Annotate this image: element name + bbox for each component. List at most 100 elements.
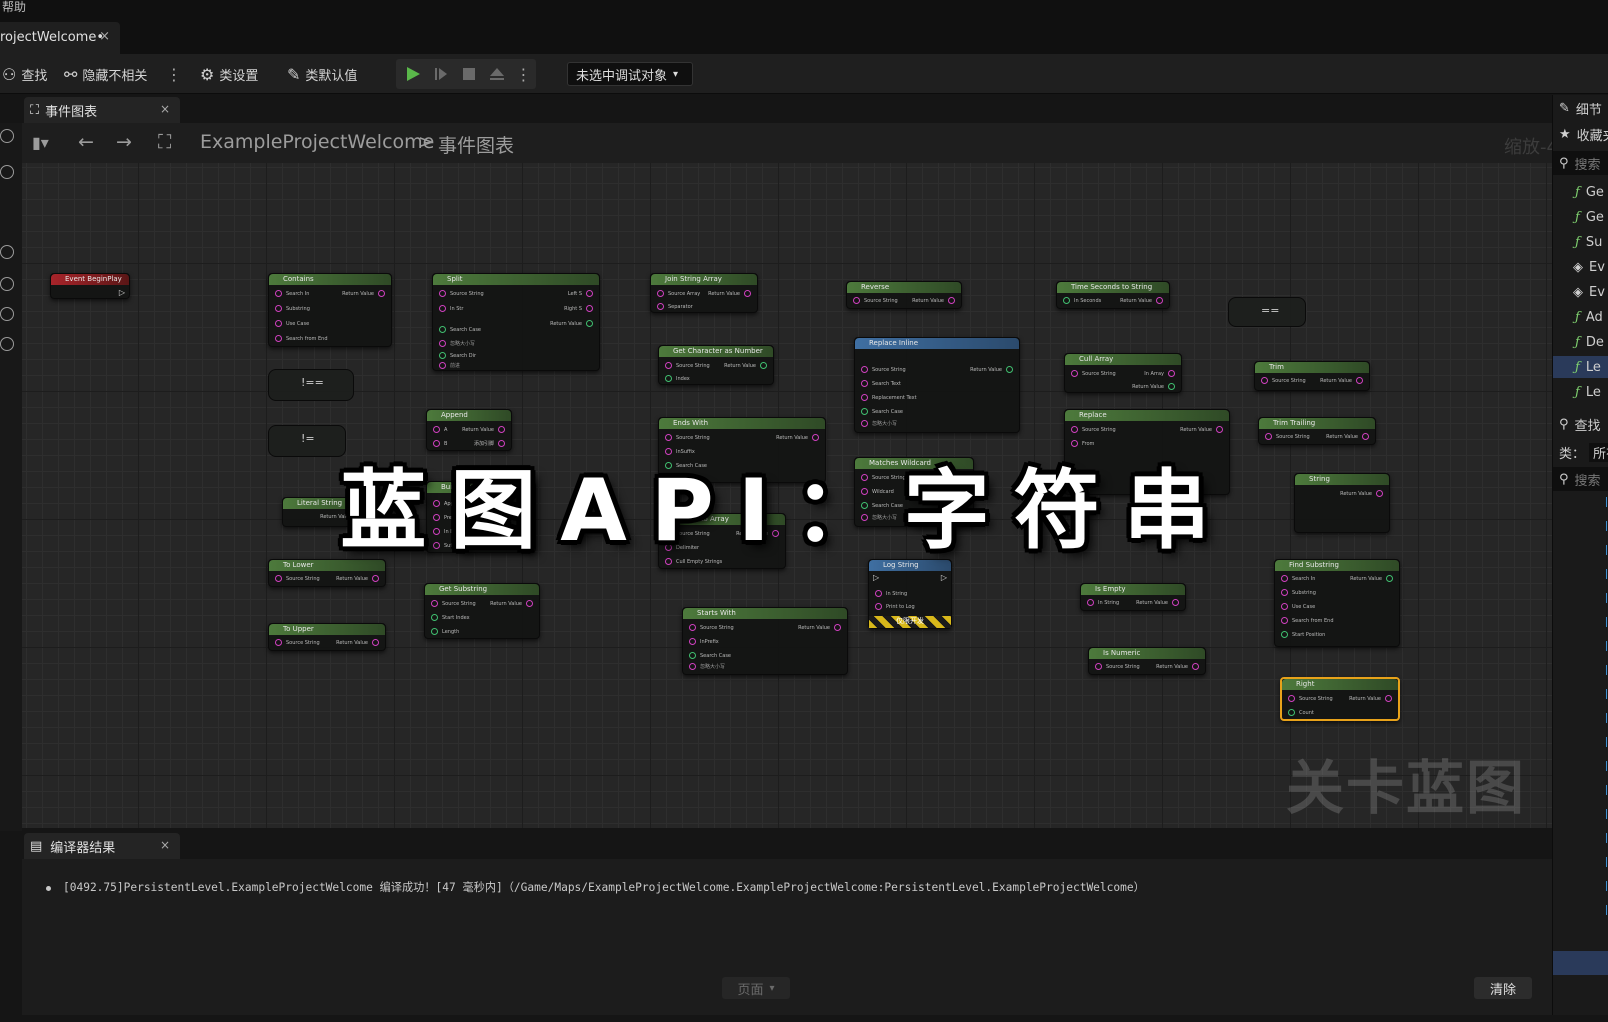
pin-label[interactable]: Right S	[564, 305, 593, 312]
pin-label[interactable]: Return Value	[1120, 297, 1163, 304]
pin-label[interactable]: Source String	[1095, 663, 1140, 670]
tab-event-graph[interactable]: ⛶ 事件图表 ×	[24, 97, 180, 123]
pin-label[interactable]: Search Text	[861, 380, 901, 387]
play-icon[interactable]	[400, 61, 426, 87]
bookmark-icon[interactable]: ▮▾	[32, 133, 49, 152]
list-item[interactable]: ◈ Ev	[1553, 256, 1608, 278]
pin-label[interactable]: Return Value	[462, 426, 505, 433]
node-log-string[interactable]: Log String ▷ ▷ In String Print to Log 仅限…	[868, 559, 952, 629]
class-defaults-button[interactable]: ✎ 类默认值	[287, 62, 357, 86]
settings-icon[interactable]	[0, 129, 14, 143]
node-event-begin-play[interactable]: Event BeginPlay ▷	[50, 273, 130, 299]
node-not-equal-exact[interactable]: !==	[268, 369, 354, 401]
pin-label[interactable]: Source String	[1071, 370, 1116, 377]
pin-label[interactable]: Search In	[275, 290, 309, 297]
list-item[interactable]: ƒ Su	[1553, 231, 1608, 253]
pin-label[interactable]: In Str	[439, 305, 463, 312]
pin-label[interactable]: A	[433, 426, 447, 433]
pin-label[interactable]: Source String	[275, 639, 320, 646]
pin-label[interactable]: Search Case	[861, 408, 903, 415]
node-reverse[interactable]: Reverse Source String Return Value	[846, 281, 962, 309]
find-header[interactable]: ⚲ 查找	[1553, 413, 1608, 435]
eject-icon[interactable]	[484, 61, 510, 87]
add-icon[interactable]	[0, 307, 14, 321]
pin-label[interactable]: Return Value	[1349, 695, 1392, 702]
pin-label[interactable]: Source String	[853, 297, 898, 304]
add-icon[interactable]	[0, 165, 14, 179]
pin-label[interactable]: Return Value	[1156, 663, 1199, 670]
play-options-icon[interactable]: ⋮	[510, 61, 536, 87]
find-button[interactable]: ⚇ 查找	[2, 62, 47, 86]
pin-label[interactable]: In String	[1087, 599, 1119, 606]
node-is-empty[interactable]: Is Empty In String Return Value	[1080, 583, 1186, 611]
pin-label[interactable]: Return Value	[550, 320, 593, 327]
class-filter[interactable]: 类： 所有	[1553, 441, 1608, 463]
find-search-input[interactable]: ⚲ 搜索	[1553, 467, 1608, 491]
back-arrow-icon[interactable]: ←	[78, 131, 94, 153]
pin-label[interactable]: Start Position	[1281, 631, 1325, 638]
pin-label[interactable]: Use Case	[1281, 603, 1315, 610]
pin-label[interactable]: InPrefix	[689, 638, 719, 645]
pin-label[interactable]: Return Value	[336, 639, 379, 646]
hide-unrelated-button[interactable]: ⚯ 隐藏不相关	[64, 62, 147, 86]
node-time-seconds-to-string[interactable]: Time Seconds to String In Seconds Return…	[1056, 281, 1170, 309]
dropdown-value[interactable]: 忽略大小写	[689, 663, 725, 670]
pin-label[interactable]: Separator	[657, 303, 693, 310]
pin-label[interactable]: Source Array	[657, 290, 700, 297]
node-contains[interactable]: Contains Search In Return Value Substrin…	[268, 273, 392, 347]
pin-label[interactable]: Return Value	[912, 297, 955, 304]
pin-label[interactable]: Search Case	[689, 652, 731, 659]
page-dropdown[interactable]: 页面 ▾	[722, 977, 790, 999]
pin-label[interactable]: Return Value	[336, 575, 379, 582]
pin-label[interactable]: Source String	[689, 624, 734, 631]
node-to-upper[interactable]: To Upper Source String Return Value	[268, 623, 386, 651]
pin-label[interactable]: Source String	[665, 362, 710, 369]
node-find-substring[interactable]: Find Substring Search In Return Value Su…	[1274, 559, 1400, 647]
exec-pin-icon[interactable]: ▷	[941, 573, 947, 582]
forward-arrow-icon[interactable]: →	[116, 131, 132, 153]
menu-help[interactable]: 帮助	[2, 0, 26, 14]
pin-label[interactable]: Source String	[1261, 377, 1306, 384]
exec-pin-icon[interactable]: ▷	[873, 573, 879, 582]
pin-label[interactable]: Search Case	[439, 326, 481, 333]
pin-label[interactable]: Substring	[275, 305, 310, 312]
add-icon[interactable]	[0, 337, 14, 351]
node-right[interactable]: Right Source String Return Value Count	[1280, 677, 1400, 721]
details-tab[interactable]: ✎ 细节	[1553, 97, 1608, 119]
pin-label[interactable]: Return Value	[1136, 599, 1179, 606]
pin-label[interactable]: Source String	[275, 575, 320, 582]
list-item[interactable]: ƒ Le	[1553, 356, 1608, 378]
pin-label[interactable]: Return Value	[708, 290, 751, 297]
pin-label[interactable]: Source String	[1288, 695, 1333, 702]
step-icon[interactable]	[428, 61, 454, 87]
dropdown-value[interactable]: 忽略大小写	[439, 340, 475, 347]
add-icon[interactable]	[0, 245, 14, 259]
pin-label[interactable]: Return Value	[970, 366, 1013, 373]
pin-label[interactable]: Return Value	[1180, 426, 1223, 433]
pin-label[interactable]: Return Value	[724, 362, 767, 369]
pin-label[interactable]: Length	[431, 628, 459, 635]
pin-label[interactable]: Return Value	[1326, 433, 1369, 440]
favorites-header[interactable]: ★ 收藏夹	[1553, 123, 1608, 145]
pin-label[interactable]: Source String	[1071, 426, 1116, 433]
exec-pin-icon[interactable]: ▷	[119, 288, 125, 297]
pin-label[interactable]: In String	[875, 590, 907, 597]
node-get-character-as-number[interactable]: Get Character as Number Source String Re…	[658, 345, 774, 385]
document-tab[interactable]: rojectWelcome• ×	[0, 22, 120, 54]
list-item[interactable]: ƒ Ad	[1553, 306, 1608, 328]
stop-icon[interactable]	[456, 61, 482, 87]
node-replace-inline[interactable]: Replace Inline Source String Return Valu…	[854, 337, 1020, 433]
log-message[interactable]: [0492.75]PersistentLevel.ExampleProjectW…	[46, 879, 1145, 895]
selected-tree-row[interactable]	[1553, 951, 1608, 975]
list-item[interactable]: ƒ Le	[1553, 381, 1608, 403]
pin-label[interactable]: Replacement Text	[861, 394, 917, 401]
pin-label[interactable]: Source String	[439, 290, 484, 297]
node-equal[interactable]: ==	[1228, 297, 1306, 327]
dropdown-value[interactable]: 前进	[439, 362, 460, 369]
pin-label[interactable]: Source String	[431, 600, 476, 607]
more-options-icon[interactable]: ⋮	[166, 62, 182, 86]
pin-label[interactable]: Use Case	[275, 320, 309, 327]
list-item[interactable]: ƒ Ge	[1553, 181, 1608, 203]
pin-label[interactable]: Return Value	[1132, 383, 1175, 390]
pin-label[interactable]: Index	[665, 375, 690, 382]
